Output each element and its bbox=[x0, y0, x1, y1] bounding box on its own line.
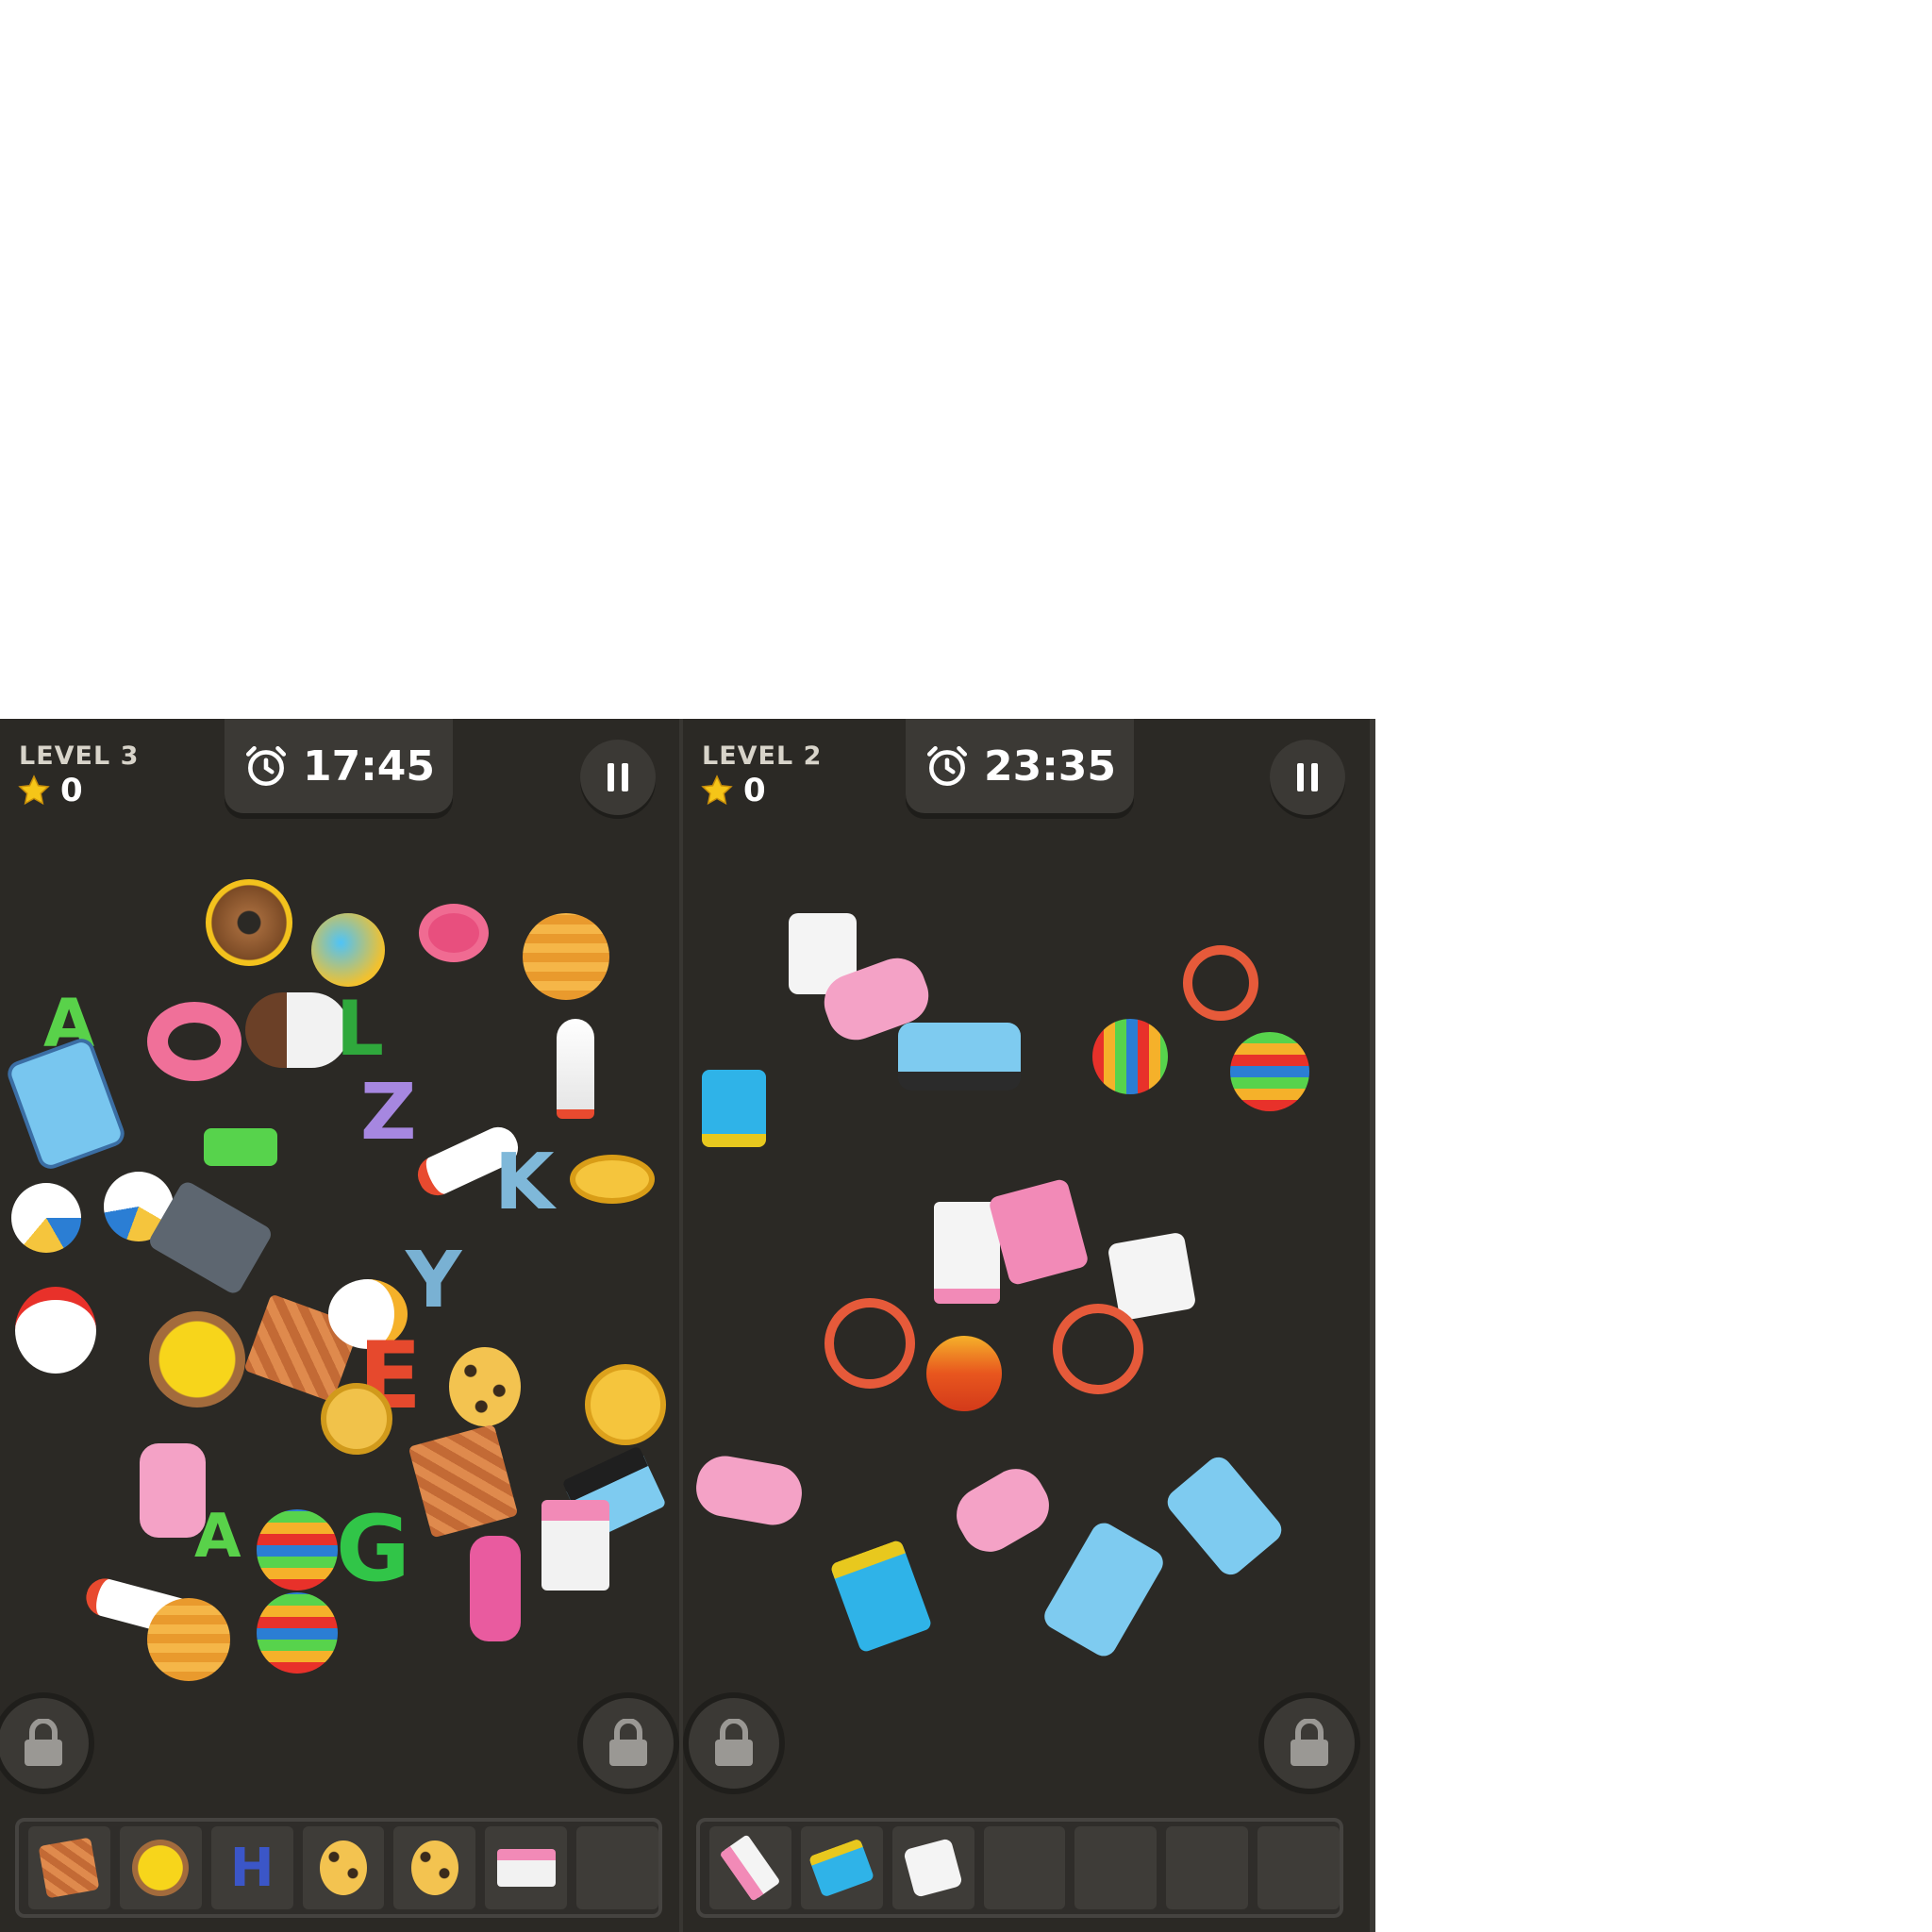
volleyball[interactable] bbox=[11, 1183, 81, 1253]
tray-slot[interactable] bbox=[709, 1826, 791, 1909]
letter-tile[interactable]: Z bbox=[360, 1068, 416, 1158]
lock-icon bbox=[609, 1719, 647, 1766]
pink-scooter[interactable] bbox=[470, 1536, 521, 1641]
blue-block-car[interactable] bbox=[829, 1539, 933, 1654]
level-label: LEVEL 2 bbox=[702, 741, 823, 771]
waffle[interactable] bbox=[523, 913, 609, 1000]
pink-scooter[interactable] bbox=[946, 1458, 1059, 1562]
waffle-cone-block-item bbox=[38, 1837, 100, 1899]
rainbow-ball[interactable] bbox=[257, 1592, 338, 1674]
collection-tray bbox=[696, 1818, 1343, 1918]
star-icon bbox=[18, 774, 50, 806]
pink-speaker[interactable] bbox=[988, 1177, 1090, 1287]
pause-icon bbox=[608, 763, 628, 791]
waffle-cone-block[interactable] bbox=[408, 1424, 519, 1539]
alarm-clock-icon bbox=[245, 745, 287, 787]
rainbow-ball[interactable] bbox=[257, 1509, 338, 1591]
locked-booster-left[interactable] bbox=[0, 1692, 94, 1794]
yellow-spool[interactable] bbox=[149, 1311, 245, 1407]
locked-booster-left[interactable] bbox=[683, 1692, 785, 1794]
score-display: 0 bbox=[700, 772, 766, 809]
tray-slot-empty[interactable] bbox=[1074, 1826, 1158, 1909]
score-display: 0 bbox=[17, 772, 83, 809]
letter-tile[interactable]: K bbox=[494, 1138, 555, 1227]
white-block[interactable] bbox=[934, 1202, 1000, 1304]
letter-tile[interactable]: Y bbox=[406, 1236, 461, 1325]
letter-tile[interactable]: G bbox=[336, 1496, 410, 1602]
green-hat[interactable] bbox=[204, 1128, 277, 1166]
timer-display: 23:35 bbox=[906, 719, 1134, 813]
blue-car[interactable] bbox=[4, 1035, 128, 1173]
pink-ring[interactable] bbox=[419, 904, 489, 962]
rainbow-balloon[interactable] bbox=[1230, 1032, 1309, 1111]
white-dice-item bbox=[903, 1838, 963, 1898]
white-dice[interactable] bbox=[1107, 1231, 1197, 1322]
leopard-egg-item bbox=[320, 1840, 367, 1895]
score-value: 0 bbox=[60, 772, 83, 809]
tray-slot[interactable] bbox=[891, 1826, 974, 1909]
leopard-egg[interactable] bbox=[449, 1347, 521, 1426]
tray-slot[interactable] bbox=[393, 1826, 476, 1909]
pink-radio[interactable] bbox=[541, 1500, 609, 1591]
tray-slot[interactable] bbox=[302, 1826, 385, 1909]
pink-speaker-item bbox=[719, 1834, 781, 1902]
coin[interactable] bbox=[321, 1383, 392, 1455]
globe-ball[interactable] bbox=[311, 913, 385, 987]
yellow-spool-item bbox=[132, 1840, 190, 1896]
timer-value: 17:45 bbox=[302, 741, 436, 791]
score-value: 0 bbox=[743, 772, 766, 809]
tray-slot[interactable]: H bbox=[210, 1826, 293, 1909]
timer-value: 23:35 bbox=[983, 741, 1117, 791]
timer-display: 17:45 bbox=[225, 719, 453, 813]
crown-coin[interactable] bbox=[585, 1364, 666, 1445]
lock-icon bbox=[25, 1719, 62, 1766]
waffle[interactable] bbox=[147, 1598, 230, 1681]
leopard-egg-item bbox=[410, 1840, 458, 1895]
donut-stack[interactable] bbox=[206, 879, 292, 966]
rainbow-balloon[interactable] bbox=[1092, 1019, 1168, 1094]
alarm-clock-icon bbox=[926, 745, 968, 787]
chicken[interactable] bbox=[15, 1287, 96, 1374]
game-screen-level-3: LEVEL 3 0 17:45 A L Z K E Y A G H bbox=[0, 719, 680, 1932]
blue-block-car[interactable] bbox=[702, 1070, 766, 1147]
pink-scooter[interactable] bbox=[691, 1451, 807, 1530]
level-label: LEVEL 3 bbox=[19, 741, 140, 771]
pink-ring[interactable] bbox=[147, 1002, 242, 1081]
pause-button[interactable] bbox=[1270, 740, 1345, 815]
red-tricycle[interactable] bbox=[1053, 1304, 1143, 1394]
blue-car[interactable] bbox=[898, 1023, 1021, 1091]
pink-radio-item bbox=[496, 1849, 556, 1887]
game-screen-level-2: LEVEL 2 0 23:35 bbox=[683, 719, 1375, 1932]
blue-block-car-item bbox=[808, 1838, 875, 1898]
letter-h-item: H bbox=[229, 1837, 275, 1899]
collection-tray: H bbox=[15, 1818, 662, 1918]
tray-slot[interactable] bbox=[485, 1826, 568, 1909]
tray-slot-empty[interactable] bbox=[1166, 1826, 1249, 1909]
mushroom[interactable] bbox=[245, 992, 349, 1068]
blue-car[interactable] bbox=[1040, 1518, 1168, 1661]
letter-tile[interactable]: A bbox=[194, 1502, 242, 1572]
red-tricycle[interactable] bbox=[824, 1298, 915, 1389]
locked-booster-right[interactable] bbox=[577, 1692, 679, 1794]
lock-icon bbox=[715, 1719, 753, 1766]
tray-slot-empty[interactable] bbox=[983, 1826, 1066, 1909]
red-tricycle[interactable] bbox=[1183, 945, 1258, 1021]
pause-icon bbox=[1297, 763, 1318, 791]
coin[interactable] bbox=[570, 1155, 655, 1204]
tray-slot-empty[interactable] bbox=[1257, 1826, 1341, 1909]
letter-tile[interactable]: L bbox=[336, 985, 384, 1073]
pause-button[interactable] bbox=[580, 740, 656, 815]
tray-slot[interactable] bbox=[119, 1826, 202, 1909]
tray-slot[interactable] bbox=[28, 1826, 110, 1909]
orange-ball[interactable] bbox=[926, 1336, 1002, 1411]
star-icon bbox=[701, 774, 733, 806]
locked-booster-right[interactable] bbox=[1258, 1692, 1360, 1794]
blue-car[interactable] bbox=[1162, 1452, 1287, 1580]
tray-slot[interactable] bbox=[800, 1826, 883, 1909]
lock-icon bbox=[1291, 1719, 1328, 1766]
tray-slot-empty[interactable] bbox=[576, 1826, 659, 1909]
rocket[interactable] bbox=[557, 1019, 594, 1119]
